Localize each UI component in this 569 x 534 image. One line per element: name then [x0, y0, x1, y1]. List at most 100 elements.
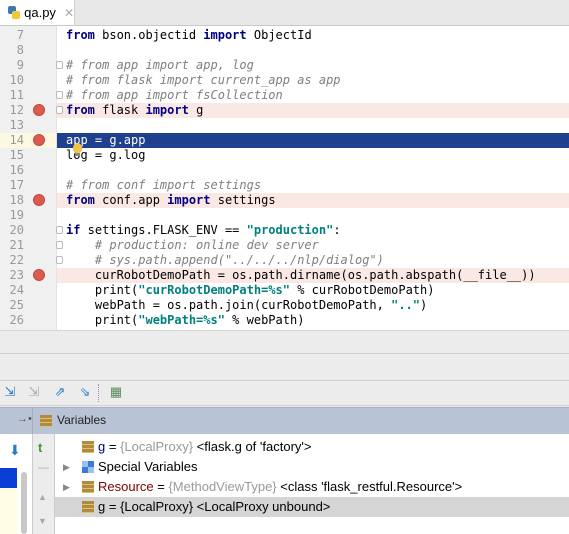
- remove-watch-icon[interactable]: —: [38, 462, 49, 474]
- scrollbar[interactable]: [21, 472, 27, 534]
- debugger-toolbar: ⇲ ⇲ ⇗ ⇘ ▦: [0, 380, 569, 406]
- move-up-icon[interactable]: ▲: [38, 492, 47, 502]
- evaluate-expression-icon[interactable]: ▦: [108, 385, 124, 399]
- expand-arrow-icon[interactable]: ▶: [63, 457, 70, 477]
- code-token: import: [145, 103, 189, 117]
- code-token: curRobotDemoPath = os.path.dirname(os.pa…: [66, 268, 536, 282]
- code-line[interactable]: 26 print("webPath=%s" % webPath): [0, 313, 569, 328]
- python-file-icon: [7, 5, 21, 20]
- code-text: # production: online dev server: [66, 238, 319, 253]
- code-line[interactable]: 9 # from app import app, log: [0, 58, 569, 73]
- code-token: from: [66, 28, 95, 42]
- variable-name: Special Variables: [98, 459, 198, 474]
- code-text: # from app import fsCollection: [66, 88, 283, 103]
- line-number: 16: [9, 163, 24, 177]
- code-line[interactable]: 14 app = g.app: [0, 133, 569, 148]
- code-text: from flask import g: [66, 103, 203, 118]
- code-line[interactable]: 23 curRobotDemoPath = os.path.dirname(os…: [0, 268, 569, 283]
- breakpoint-icon[interactable]: [33, 104, 45, 116]
- line-number: 11: [9, 88, 24, 102]
- variable-row[interactable]: ▶ Resource = {MethodViewType} <class 'fla…: [55, 477, 569, 497]
- code-editor[interactable]: 7 from bson.objectid import ObjectId 8 9 # f…: [0, 26, 569, 330]
- variable-row[interactable]: g = {LocalProxy} <LocalProxy unbound>: [55, 497, 569, 517]
- run-to-cursor-icon[interactable]: ⇘: [77, 385, 93, 399]
- line-number: 26: [9, 313, 24, 327]
- line-number: 13: [9, 118, 24, 132]
- code-line[interactable]: 12 from flask import g: [0, 103, 569, 118]
- code-line[interactable]: 21 # production: online dev server: [0, 238, 569, 253]
- line-number: 24: [9, 283, 24, 297]
- code-line[interactable]: 8: [0, 43, 569, 58]
- code-line[interactable]: 18 from conf.app import settings: [0, 193, 569, 208]
- equals: =: [105, 439, 121, 454]
- code-token: import: [167, 193, 211, 207]
- force-step-into-icon[interactable]: ⇲: [26, 385, 42, 399]
- variable-value: <class 'flask_restful.Resource'>: [276, 479, 463, 494]
- fold-icon[interactable]: [56, 256, 63, 264]
- frames-pane[interactable]: ⬇: [0, 434, 33, 534]
- line-number: 18: [9, 193, 24, 207]
- expand-arrow-icon[interactable]: ▶: [63, 477, 70, 497]
- code-line[interactable]: 17 # from conf import settings: [0, 178, 569, 193]
- fold-icon[interactable]: [56, 61, 63, 69]
- code-token: :: [333, 223, 341, 237]
- code-line[interactable]: 15 log = g.log: [0, 148, 569, 163]
- panel-divider: [0, 330, 569, 381]
- line-number: 14: [0, 133, 56, 148]
- close-icon[interactable]: ✕: [64, 6, 74, 20]
- code-line[interactable]: 16: [0, 163, 569, 178]
- step-out-icon[interactable]: ⇗: [52, 385, 68, 399]
- selected-frame[interactable]: [0, 468, 17, 488]
- pin-icon[interactable]: →•: [17, 413, 32, 425]
- variable-value: <LocalProxy unbound>: [193, 499, 331, 514]
- code-token: if: [66, 223, 81, 237]
- code-text: from conf.app import settings: [66, 193, 276, 208]
- code-text: print("webPath=%s" % webPath): [66, 313, 305, 328]
- variables-tree: g = {LocalProxy} <flask.g of 'factory'> ▶…: [55, 434, 569, 534]
- tab-qa-py[interactable]: qa.py ✕: [0, 0, 75, 25]
- breakpoint-icon[interactable]: [33, 269, 45, 281]
- code-line[interactable]: 7 from bson.objectid import ObjectId: [0, 28, 569, 43]
- editor-tab-bar: qa.py ✕: [0, 0, 569, 26]
- variables-title: Variables: [57, 413, 107, 427]
- code-line[interactable]: 22 # sys.path.append("../../../nlp/dialo…: [0, 253, 569, 268]
- code-token: from: [66, 193, 95, 207]
- code-line[interactable]: 11 # from app import fsCollection: [0, 88, 569, 103]
- code-line[interactable]: 10 # from flask import current_app as app: [0, 73, 569, 88]
- arrow-down-icon[interactable]: ⬇: [9, 442, 21, 459]
- code-text: # sys.path.append("../../../nlp/dialog"): [66, 253, 384, 268]
- code-line[interactable]: 25 webPath = os.path.join(curRobotDemoPa…: [0, 298, 569, 313]
- fold-icon[interactable]: [56, 226, 63, 234]
- variable-row[interactable]: ▶ Special Variables: [55, 457, 569, 477]
- fold-icon[interactable]: [56, 106, 63, 114]
- code-token: settings: [210, 193, 276, 207]
- line-number: 21: [9, 238, 24, 252]
- variables-header: →• Variables: [0, 407, 569, 434]
- code-line[interactable]: 20 if settings.FLASK_ENV == "production":: [0, 223, 569, 238]
- code-token: import: [203, 28, 247, 42]
- code-line[interactable]: 19: [0, 208, 569, 223]
- move-down-icon[interactable]: ▼: [38, 516, 47, 526]
- special-variables-icon: [82, 461, 94, 473]
- lightbulb-icon[interactable]: [73, 143, 82, 156]
- line-number: 10: [9, 73, 24, 87]
- breakpoint-icon[interactable]: [33, 134, 45, 146]
- code-line[interactable]: 13: [0, 118, 569, 133]
- fold-icon[interactable]: [56, 241, 63, 249]
- code-line[interactable]: 24 print("curRobotDemoPath=%s" % curRobo…: [0, 283, 569, 298]
- code-token: print(: [66, 313, 139, 327]
- line-number: 22: [9, 253, 24, 267]
- step-into-my-code-icon[interactable]: ⇲: [2, 385, 18, 399]
- line-number: 17: [9, 178, 24, 192]
- variable-type: {LocalProxy}: [120, 439, 194, 454]
- variable-icon: [82, 501, 94, 513]
- code-token: bson.objectid: [94, 28, 204, 42]
- code-token: # from flask import current_app as app: [66, 73, 341, 87]
- code-token: webPath = os.path.join(curRobotDemoPath,: [66, 298, 392, 312]
- fold-icon[interactable]: [56, 91, 63, 99]
- breakpoint-icon[interactable]: [33, 194, 45, 206]
- code-token: ): [420, 298, 428, 312]
- variable-icon: [82, 481, 94, 493]
- variable-row[interactable]: g = {LocalProxy} <flask.g of 'factory'>: [55, 437, 569, 457]
- add-watch-icon[interactable]: t: [38, 440, 42, 455]
